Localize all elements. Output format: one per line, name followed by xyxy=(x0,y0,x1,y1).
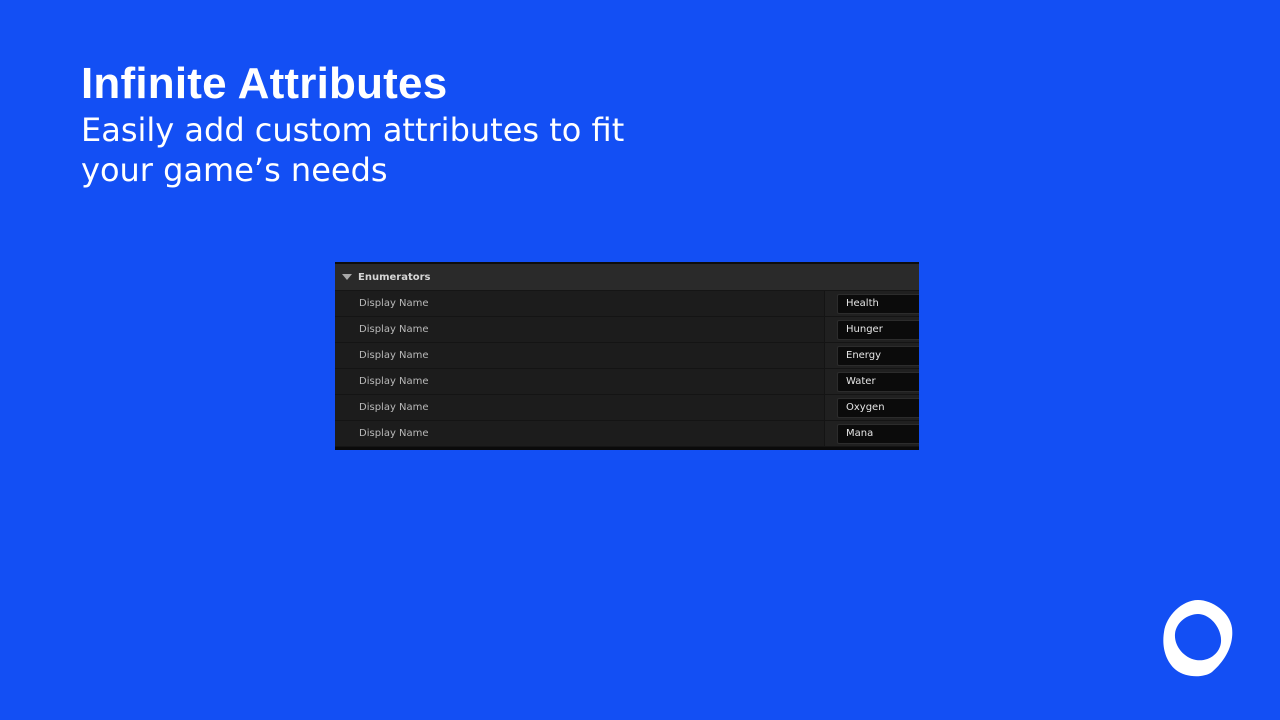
property-row: Display Name Health xyxy=(335,291,919,317)
display-name-input[interactable]: Mana xyxy=(837,423,919,444)
section-title: Enumerators xyxy=(358,271,431,283)
property-row: Display Name Mana xyxy=(335,421,919,447)
value-cell: Hunger xyxy=(825,317,919,342)
property-row: Display Name Water xyxy=(335,369,919,395)
enumerators-section-header[interactable]: Enumerators xyxy=(335,264,919,291)
headline: Infinite Attributes Easily add custom at… xyxy=(81,58,781,190)
page-title: Infinite Attributes xyxy=(81,59,448,108)
row-label: Display Name xyxy=(335,317,825,342)
logo-icon xyxy=(1163,600,1233,677)
value-cell: Oxygen xyxy=(825,395,919,420)
value-cell: Mana xyxy=(825,421,919,446)
property-row: Display Name Hunger xyxy=(335,317,919,343)
value-cell: Energy xyxy=(825,343,919,368)
display-name-input[interactable]: Health xyxy=(837,293,919,314)
property-row: Display Name Energy xyxy=(335,343,919,369)
page-subtitle: Easily add custom attributes to fit your… xyxy=(81,111,625,189)
value-cell: Health xyxy=(825,291,919,316)
display-name-input[interactable]: Hunger xyxy=(837,319,919,340)
row-label: Display Name xyxy=(335,369,825,394)
row-label: Display Name xyxy=(335,343,825,368)
caret-down-icon[interactable] xyxy=(342,274,352,280)
row-label: Display Name xyxy=(335,395,825,420)
property-row: Display Name Oxygen xyxy=(335,395,919,421)
display-name-input[interactable]: Energy xyxy=(837,345,919,366)
row-label: Display Name xyxy=(335,421,825,446)
enumerators-panel: Enumerators Display Name Health Display … xyxy=(335,262,919,450)
display-name-input[interactable]: Water xyxy=(837,371,919,392)
display-name-input[interactable]: Oxygen xyxy=(837,397,919,418)
row-label: Display Name xyxy=(335,291,825,316)
value-cell: Water xyxy=(825,369,919,394)
